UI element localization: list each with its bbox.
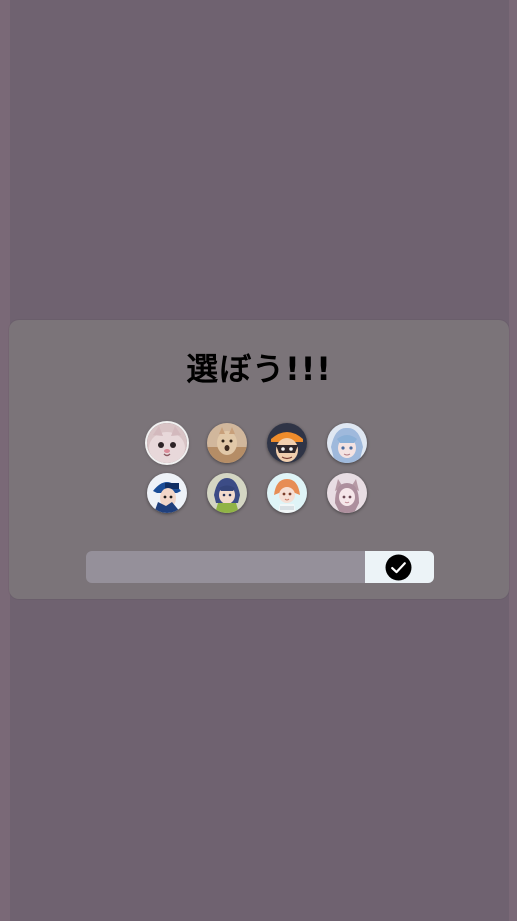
avatar-option-4[interactable] [327, 423, 367, 463]
cat-ears-character-avatar-icon [327, 473, 367, 513]
avatar-option-2[interactable] [207, 423, 247, 463]
green-character-avatar-icon [207, 473, 247, 513]
avatar-grid [147, 423, 371, 519]
orange-hat-character-avatar-icon [267, 423, 307, 463]
submit-button[interactable] [365, 551, 434, 583]
modal-title: 選ぼう!!! [186, 350, 332, 388]
blue-cap-character-avatar-icon [147, 473, 187, 513]
avatar-option-6[interactable] [207, 473, 247, 513]
avatar-option-8[interactable] [327, 473, 367, 513]
cat-meme-avatar-icon [207, 423, 247, 463]
orange-hair-character-avatar-icon [267, 473, 307, 513]
blue-hair-character-avatar-icon [327, 423, 367, 463]
avatar-option-1[interactable] [147, 423, 187, 463]
name-input[interactable] [86, 551, 365, 583]
avatar-option-3[interactable] [267, 423, 307, 463]
check-circle-icon [385, 554, 412, 581]
avatar-option-7[interactable] [267, 473, 307, 513]
avatar-option-5[interactable] [147, 473, 187, 513]
name-input-row [86, 551, 434, 583]
cat-face-avatar-icon [147, 423, 187, 463]
avatar-select-modal: 選ぼう!!! [9, 320, 509, 599]
